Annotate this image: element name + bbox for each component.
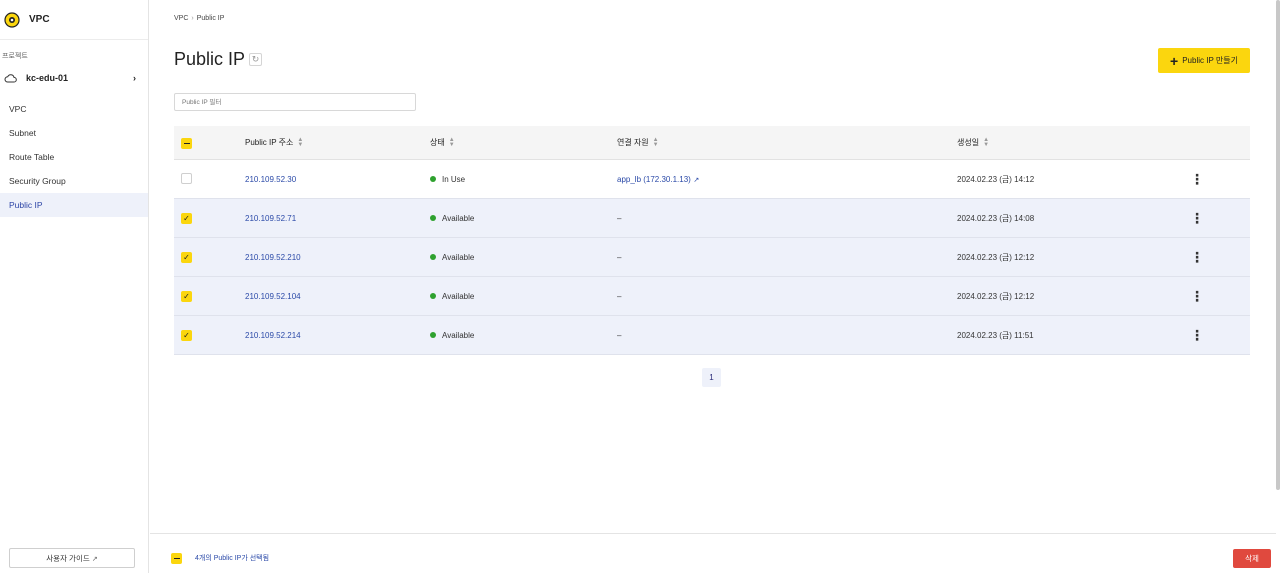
main-content: VPC › Public IP Public IP ↻ + Public IP 만들… [150, 0, 1276, 573]
header-resource[interactable]: 연결 자원 ▲ ▼ [617, 137, 957, 148]
row-checkbox[interactable]: ✓ [181, 212, 192, 224]
sort-icon: ▲ ▼ [652, 136, 659, 148]
project-label: 프로젝트 [2, 53, 28, 60]
row-checkbox[interactable] [181, 172, 192, 184]
status-dot-icon [430, 293, 436, 299]
header-status-label: 상태 [430, 138, 445, 147]
resource-link[interactable]: app_lb (172.30.1.13) [617, 175, 691, 184]
sort-icon: ▲ ▼ [448, 136, 455, 148]
public-ip-filter-input[interactable] [174, 93, 416, 111]
header-created[interactable]: 생성일 ▲ ▼ [957, 137, 1190, 148]
external-link-icon: ↗ [91, 556, 98, 563]
sidebar-title: VPC [29, 14, 50, 25]
header-resource-label: 연결 자원 [617, 138, 649, 147]
create-button-label: Public IP 만들기 [1182, 56, 1238, 65]
selection-count-text: 4개의 Public IP가 선택됨 [195, 555, 270, 562]
sort-icon: ▲ ▼ [297, 136, 304, 148]
resource-value: – [617, 330, 622, 340]
table-row[interactable]: ✓ 210.109.52.104 Available – 2024.02.23 … [174, 277, 1250, 316]
header-status[interactable]: 상태 ▲ ▼ [430, 137, 617, 148]
ip-link[interactable]: 210.109.52.30 [245, 175, 296, 184]
row-checkbox[interactable]: ✓ [181, 290, 192, 302]
plus-icon: + [1170, 52, 1179, 69]
delete-button[interactable]: 삭제 [1233, 549, 1271, 568]
more-vertical-icon[interactable]: ⋮ [1190, 288, 1250, 305]
external-link-icon[interactable]: ↗ [693, 177, 699, 184]
cloud-icon [4, 73, 17, 82]
status-dot-icon [430, 176, 436, 182]
more-vertical-icon[interactable]: ⋮ [1190, 327, 1250, 344]
row-checkbox[interactable]: ✓ [181, 251, 192, 263]
sidebar-item-route-table[interactable]: Route Table [0, 145, 148, 169]
status-badge: Available [430, 214, 617, 223]
page-button-1[interactable]: 1 [702, 368, 721, 387]
created-date: 2024.02.23 (금) 11:51 [957, 330, 1034, 340]
header-created-label: 생성일 [957, 138, 980, 147]
sidebar: VPC 프로젝트 kc-edu-01 › VPC Subnet Route Ta… [0, 0, 149, 573]
public-ip-table: Public IP 주소 ▲ ▼ 상태 ▲ ▼ 연결 자원 ▲ ▼ 생성일 ▲ ▼ 210.10… [174, 126, 1250, 355]
sidebar-item-public-ip[interactable]: Public IP [0, 193, 148, 217]
created-date: 2024.02.23 (금) 14:12 [957, 174, 1035, 184]
project-selector[interactable]: kc-edu-01 › [0, 66, 148, 90]
status-label: Available [442, 291, 475, 301]
header-ip[interactable]: Public IP 주소 ▲ ▼ [245, 137, 430, 148]
select-all-checkbox[interactable] [181, 137, 192, 149]
status-badge: Available [430, 331, 617, 340]
ip-link[interactable]: 210.109.52.71 [245, 214, 296, 223]
header-ip-label: Public IP 주소 [245, 138, 294, 147]
user-guide-label: 사용자 가이드 [46, 554, 90, 563]
project-name: kc-edu-01 [26, 73, 69, 83]
created-date: 2024.02.23 (금) 12:12 [957, 252, 1035, 262]
status-badge: Available [430, 292, 617, 301]
sidebar-menu: VPC Subnet Route Table Security Group Pu… [0, 97, 148, 217]
resource-value: – [617, 291, 622, 301]
selection-action-bar: 4개의 Public IP가 선택됨 삭제 [150, 533, 1276, 573]
created-date: 2024.02.23 (금) 14:08 [957, 213, 1035, 223]
more-vertical-icon[interactable]: ⋮ [1190, 210, 1250, 227]
breadcrumb: VPC › Public IP [174, 15, 224, 22]
created-date: 2024.02.23 (금) 12:12 [957, 291, 1035, 301]
resource-value: – [617, 213, 622, 223]
create-public-ip-button[interactable]: + Public IP 만들기 [1158, 48, 1250, 73]
status-dot-icon [430, 215, 436, 221]
more-vertical-icon[interactable]: ⋮ [1190, 171, 1250, 188]
status-label: In Use [442, 174, 466, 184]
breadcrumb-vpc[interactable]: VPC [174, 15, 188, 22]
table-row[interactable]: 210.109.52.30 In Use app_lb (172.30.1.13… [174, 160, 1250, 199]
sidebar-item-security-group[interactable]: Security Group [0, 169, 148, 193]
table-row[interactable]: ✓ 210.109.52.214 Available – 2024.02.23 … [174, 316, 1250, 355]
user-guide-button[interactable]: 사용자 가이드 ↗ [9, 548, 135, 568]
selection-checkbox[interactable] [171, 553, 182, 564]
table-row[interactable]: ✓ 210.109.52.71 Available – 2024.02.23 (… [174, 199, 1250, 238]
resource-value: – [617, 252, 622, 262]
page-title: Public IP [174, 49, 246, 69]
breadcrumb-separator-icon: › [191, 15, 194, 22]
sort-icon: ▲ ▼ [983, 136, 990, 148]
status-label: Available [442, 252, 475, 262]
status-label: Available [442, 213, 475, 223]
status-label: Available [442, 330, 475, 340]
ip-link[interactable]: 210.109.52.104 [245, 292, 301, 301]
row-checkbox[interactable]: ✓ [181, 329, 192, 341]
ip-link[interactable]: 210.109.52.214 [245, 331, 301, 340]
status-badge: Available [430, 253, 617, 262]
status-dot-icon [430, 332, 436, 338]
status-badge: In Use [430, 175, 617, 184]
refresh-icon[interactable]: ↻ [249, 53, 262, 66]
table-row[interactable]: ✓ 210.109.52.210 Available – 2024.02.23 … [174, 238, 1250, 277]
sidebar-item-vpc[interactable]: VPC [0, 97, 148, 121]
table-header: Public IP 주소 ▲ ▼ 상태 ▲ ▼ 연결 자원 ▲ ▼ 생성일 ▲ ▼ [174, 126, 1250, 160]
vpc-logo-icon [4, 11, 20, 28]
scrollbar[interactable] [1276, 0, 1280, 490]
ip-link[interactable]: 210.109.52.210 [245, 253, 301, 262]
chevron-right-icon: › [133, 73, 136, 83]
sidebar-item-subnet[interactable]: Subnet [0, 121, 148, 145]
more-vertical-icon[interactable]: ⋮ [1190, 249, 1250, 266]
status-dot-icon [430, 254, 436, 260]
sidebar-header: VPC [0, 0, 148, 40]
breadcrumb-current: Public IP [196, 15, 225, 22]
